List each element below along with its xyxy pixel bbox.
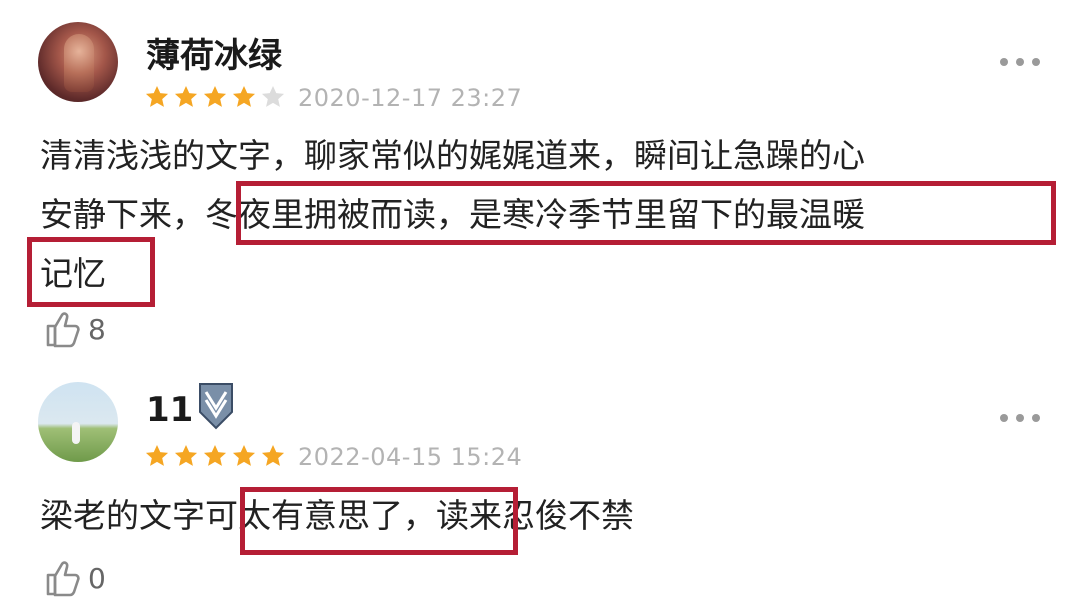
username[interactable]: 11: [146, 390, 193, 430]
timestamp: 2022-04-15 15:24: [298, 443, 523, 471]
badge-icon: [199, 383, 233, 430]
star-icon: [174, 85, 198, 107]
comment-item: 11 2022-04-15 15:24 梁老的文字可太有意思了，读来忍俊不禁 0: [0, 370, 1080, 597]
star-icon: [145, 444, 169, 466]
timestamp: 2020-12-17 23:27: [298, 84, 523, 112]
thumbs-up-icon: [46, 561, 80, 597]
rating-stars: [144, 443, 286, 469]
star-icon: [261, 85, 285, 107]
star-icon: [232, 444, 256, 466]
like-button[interactable]: 0: [44, 558, 106, 598]
avatar[interactable]: [38, 382, 118, 462]
highlight-box: [240, 487, 518, 555]
highlight-box: [236, 181, 1056, 245]
star-icon: [261, 444, 285, 466]
like-count: 0: [88, 561, 106, 595]
star-icon: [203, 444, 227, 466]
star-icon: [203, 85, 227, 107]
comment-text: 梁老的文字可太有意思了，读来忍俊不禁: [40, 486, 1050, 545]
more-icon[interactable]: [1000, 414, 1040, 422]
highlight-box: [27, 237, 155, 307]
rating-stars: [144, 84, 286, 110]
avatar[interactable]: [38, 22, 118, 102]
comment-item: 薄荷冰绿 2020-12-17 23:27 清清浅浅的文字，聊家常似的娓娓道来，…: [0, 0, 1080, 370]
more-icon[interactable]: [1000, 58, 1040, 66]
star-icon: [232, 85, 256, 107]
comment-line: 梁老的文字可太有意思了，读来忍俊不禁: [40, 496, 634, 535]
star-icon: [145, 85, 169, 107]
star-icon: [174, 444, 198, 466]
username[interactable]: 薄荷冰绿: [146, 28, 282, 77]
comment-line: 记忆: [40, 244, 1050, 303]
thumbs-up-icon: [46, 312, 80, 348]
comment-line: 清清浅浅的文字，聊家常似的娓娓道来，瞬间让急躁的心: [40, 136, 865, 175]
like-count: 8: [88, 312, 106, 346]
like-button[interactable]: 8: [44, 309, 106, 349]
